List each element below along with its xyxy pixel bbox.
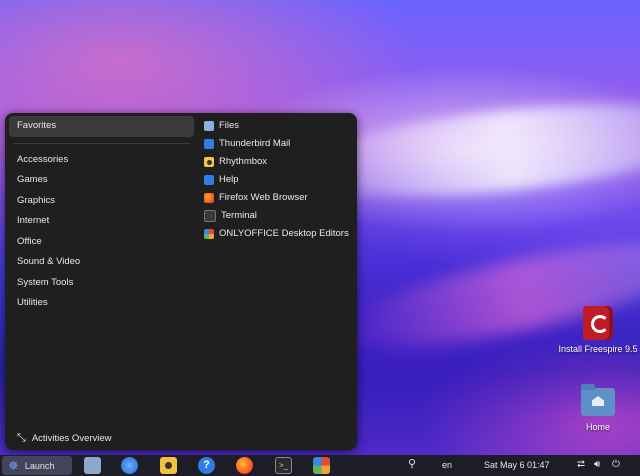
activities-label: Activities Overview [31, 433, 112, 444]
category-graphics[interactable]: Graphics [9, 191, 194, 212]
category-internet[interactable]: Internet [9, 211, 194, 232]
category-office[interactable]: Office [9, 232, 194, 253]
keyboard-language-indicator[interactable]: en [442, 460, 452, 470]
taskbar-onlyoffice-icon[interactable] [313, 457, 330, 474]
rhythmbox-icon [204, 157, 214, 167]
launch-label: Launch [24, 460, 55, 471]
separator [13, 142, 190, 144]
desktop-icon-label: Install Freespire 9.5 [558, 344, 638, 354]
volume-icon[interactable]: 🔊︎ [594, 459, 600, 470]
app-item-rhythmbox[interactable]: Rhythmbox [204, 153, 354, 171]
category-system-tools[interactable]: System Tools [9, 273, 194, 294]
application-menu: Favorites Accessories Games Graphics Int… [5, 113, 357, 450]
category-games[interactable]: Games [9, 170, 194, 191]
taskbar: ✵ Launch ? >_ ⚲ en Sat May 6 01:47 ⮂ 🔊︎ … [0, 455, 640, 476]
app-item-terminal[interactable]: Terminal [204, 207, 354, 225]
app-item-files[interactable]: Files [204, 117, 354, 135]
home-folder-icon [581, 384, 615, 416]
desktop-icon-install-freespire[interactable]: Install Freespire 9.5 [558, 306, 638, 354]
app-label: Help [219, 174, 239, 185]
app-item-thunderbird[interactable]: Thunderbird Mail [204, 135, 354, 153]
expand-arrows-icon: ⤡ [17, 432, 26, 444]
onlyoffice-icon [204, 229, 214, 239]
search-icon[interactable]: ⚲ [408, 459, 416, 470]
network-icon[interactable]: ⮂ [577, 459, 585, 470]
app-label: Thunderbird Mail [219, 138, 291, 149]
taskbar-help-icon[interactable]: ? [198, 457, 215, 474]
thunderbird-icon [204, 139, 214, 149]
taskbar-terminal-icon[interactable]: >_ [275, 457, 292, 474]
firefox-icon [204, 193, 214, 203]
category-list: Favorites Accessories Games Graphics Int… [9, 116, 194, 314]
help-icon [204, 175, 214, 185]
taskbar-firefox-icon[interactable] [236, 457, 253, 474]
app-list: Files Thunderbird Mail Rhythmbox Help Fi… [204, 117, 354, 243]
app-item-onlyoffice[interactable]: ONLYOFFICE Desktop Editors [204, 225, 354, 243]
app-label: Rhythmbox [219, 156, 268, 167]
app-item-help[interactable]: Help [204, 171, 354, 189]
files-icon [204, 121, 214, 131]
activities-overview-button[interactable]: ⤡ Activities Overview [17, 432, 112, 445]
desktop-icon-label: Home [585, 422, 610, 432]
launch-button[interactable]: ✵ Launch [2, 456, 72, 475]
app-label: ONLYOFFICE Desktop Editors [219, 228, 349, 239]
category-accessories[interactable]: Accessories [9, 150, 194, 171]
launcher-icon: ✵ [8, 458, 19, 473]
taskbar-thunderbird-icon[interactable] [121, 457, 138, 474]
power-icon[interactable]: ⏻ [612, 459, 620, 470]
desktop-icon-home[interactable]: Home [568, 384, 628, 432]
category-sound-video[interactable]: Sound & Video [9, 252, 194, 273]
clock[interactable]: Sat May 6 01:47 [484, 460, 550, 470]
terminal-icon [204, 210, 216, 222]
package-installer-icon [583, 306, 613, 340]
taskbar-files-icon[interactable] [84, 457, 101, 474]
app-label: Firefox Web Browser [219, 192, 308, 203]
category-favorites[interactable]: Favorites [9, 116, 194, 137]
app-item-firefox[interactable]: Firefox Web Browser [204, 189, 354, 207]
app-label: Terminal [221, 210, 257, 221]
taskbar-rhythmbox-icon[interactable] [160, 457, 177, 474]
app-label: Files [219, 120, 240, 131]
category-utilities[interactable]: Utilities [9, 293, 194, 314]
